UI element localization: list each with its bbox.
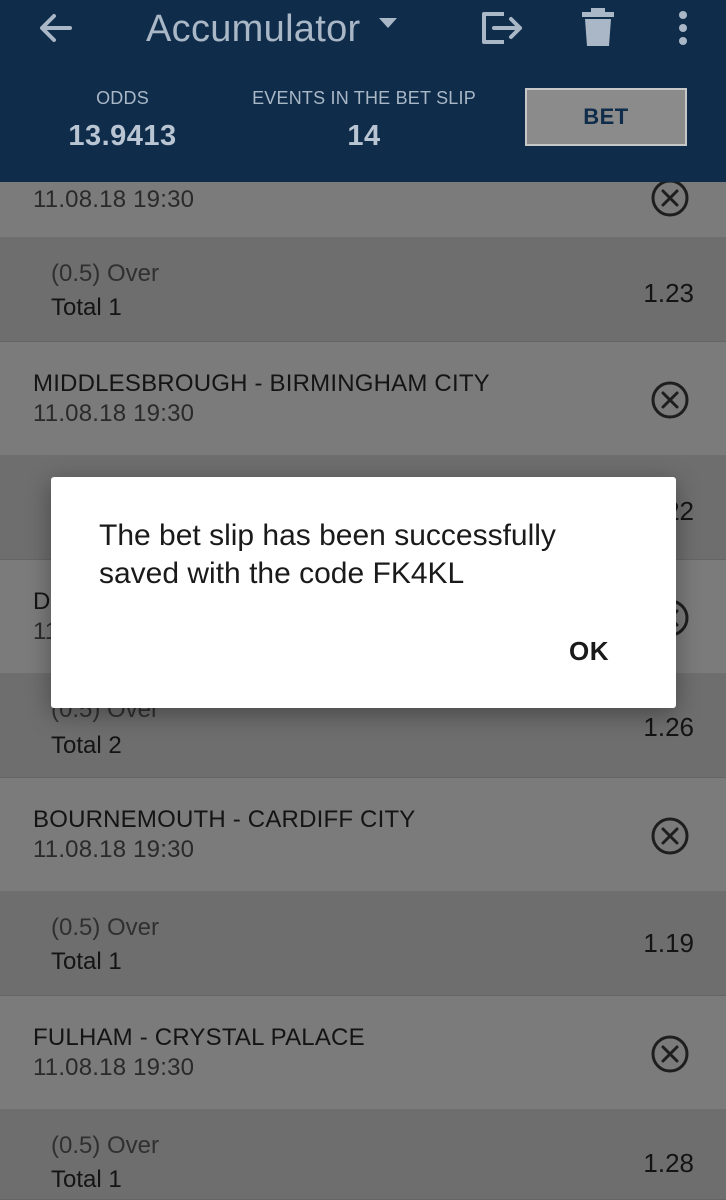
more-vert-icon[interactable] [670,6,696,50]
app-header: Accumulator ODDS 13.9413 EVENTS IN THE B… [0,0,726,182]
event-row: FULHAM - CRYSTAL PALACE 11.08.18 19:30 [0,996,726,1110]
events-label: EVENTS IN THE BET SLIP [252,88,476,108]
event-time: 11.08.18 19:30 [33,836,195,863]
event-name: MIDDLESBROUGH - BIRMINGHAM CITY [33,370,490,397]
event-name: D [33,588,51,615]
remove-event-icon[interactable] [650,816,690,856]
event-row: BOURNEMOUTH - CARDIFF CITY 11.08.18 19:3… [0,778,726,892]
bet-summary: ODDS 13.9413 EVENTS IN THE BET SLIP 14 B… [0,62,726,182]
bet-market: Total 1 [51,948,122,975]
events-count: 14 [347,120,381,152]
bet-line: (0.5) Over [51,914,160,941]
odds-label: ODDS [96,88,149,108]
bet-row: (0.5) Over Total 1 1.23 [0,238,726,342]
bet-market: Total 1 [51,1166,122,1193]
dialog-message: The bet slip has been successfully saved… [99,519,556,590]
remove-event-icon[interactable] [650,1034,690,1074]
arrow-left-icon[interactable] [34,6,78,50]
trash-icon[interactable] [580,6,616,50]
ok-button[interactable]: OK [549,625,629,677]
remove-event-icon[interactable] [650,178,690,218]
odds-value: 13.9413 [68,120,177,152]
share-exit-icon[interactable] [476,6,526,50]
bet-market: Total 1 [51,294,122,321]
bet-line: (0.5) Over [51,1132,160,1159]
event-row: MIDDLESBROUGH - BIRMINGHAM CITY 11.08.18… [0,342,726,456]
bet-line: (0.5) Over [51,260,160,287]
slip-type-selector[interactable]: Accumulator [146,4,399,54]
bet-button[interactable]: BET [525,88,687,146]
bet-row: (0.5) Over Total 1 1.28 [0,1110,726,1200]
bet-odds: 1.26 [643,712,694,742]
bet-row: (0.5) Over Total 1 1.19 [0,892,726,996]
toolbar: Accumulator [0,0,726,62]
remove-event-icon[interactable] [650,380,690,420]
event-name: BOURNEMOUTH - CARDIFF CITY [33,806,416,833]
bet-odds: 1.19 [643,928,694,958]
bet-odds: 1.23 [643,278,694,308]
event-time: 11.08.18 19:30 [33,186,195,213]
bet-odds: 1.28 [643,1148,694,1178]
event-name: FULHAM - CRYSTAL PALACE [33,1024,365,1051]
event-time: 11.08.18 19:30 [33,1054,195,1081]
page-title: Accumulator [146,7,361,50]
saved-code-dialog: The bet slip has been successfully saved… [51,477,676,708]
event-time: 11.08.18 19:30 [33,400,195,427]
bet-market: Total 2 [51,732,122,759]
caret-down-icon [378,18,397,28]
